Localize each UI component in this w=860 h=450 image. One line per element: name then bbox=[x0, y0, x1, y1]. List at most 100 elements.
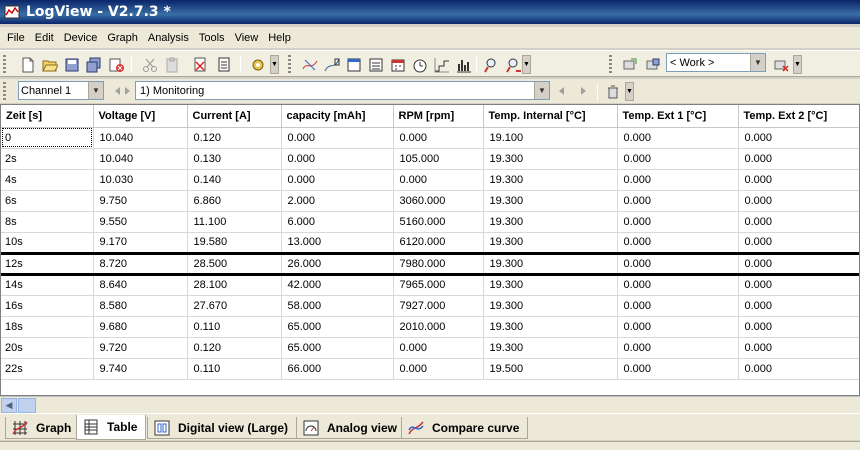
column-header[interactable]: Temp. Ext 1 [°C] bbox=[617, 105, 739, 128]
table-cell[interactable]: 65.000 bbox=[281, 337, 394, 359]
table-cell[interactable]: 14s bbox=[1, 274, 94, 296]
table-cell[interactable]: 0.000 bbox=[281, 127, 394, 149]
table-cell[interactable]: 19.300 bbox=[483, 169, 618, 191]
table-row[interactable]: 4s 10.030 0.140 0.000 0.000 19.300 0.000 0.000 bbox=[1, 169, 859, 191]
menu-view[interactable]: View bbox=[230, 30, 264, 46]
table-cell[interactable]: 0.000 bbox=[617, 251, 739, 276]
table-cell[interactable]: 28.500 bbox=[187, 251, 282, 276]
list-view-button[interactable] bbox=[366, 55, 386, 74]
save-button[interactable] bbox=[62, 55, 82, 74]
table-cell[interactable]: 9.740 bbox=[93, 358, 188, 380]
table-cell[interactable]: 0.000 bbox=[393, 127, 484, 149]
table-cell[interactable]: 0.120 bbox=[187, 127, 282, 149]
column-header[interactable]: Temp. Ext 2 [°C] bbox=[738, 105, 859, 128]
table-cell[interactable]: 7965.000 bbox=[393, 274, 484, 296]
table-cell[interactable]: 8s bbox=[1, 211, 94, 233]
step-curve-button[interactable] bbox=[432, 55, 452, 74]
table-row[interactable]: 22s 9.740 0.110 66.000 0.000 19.500 0.000 0.000 bbox=[1, 358, 859, 380]
table-cell[interactable]: 0.000 bbox=[738, 295, 859, 317]
table-cell[interactable]: 10.030 bbox=[93, 169, 188, 191]
table-cell[interactable]: 0.000 bbox=[738, 274, 859, 296]
table-row[interactable]: 12s 8.720 28.500 26.000 7980.000 19.300 0.000 0… bbox=[1, 251, 859, 276]
cut-button[interactable] bbox=[140, 55, 160, 74]
table-cell[interactable]: 0.000 bbox=[393, 337, 484, 359]
previous-mode-button[interactable] bbox=[554, 83, 570, 98]
delete-channel-button[interactable] bbox=[603, 82, 623, 101]
toolbar-grip[interactable] bbox=[3, 82, 6, 101]
table-cell[interactable]: 10.040 bbox=[93, 127, 188, 149]
table-cell[interactable]: 4s bbox=[1, 169, 94, 191]
table-cell[interactable]: 9.170 bbox=[93, 232, 188, 254]
next-channel-button[interactable] bbox=[119, 83, 135, 98]
table-cell[interactable]: 105.000 bbox=[393, 148, 484, 170]
table-cell[interactable]: 19.300 bbox=[483, 190, 618, 212]
table-cell[interactable]: 0.000 bbox=[617, 148, 739, 170]
table-cell[interactable]: 19.100 bbox=[483, 127, 618, 149]
table-row[interactable]: 16s 8.580 27.670 58.000 7927.000 19.300 0.000 0… bbox=[1, 295, 859, 317]
new-file-button[interactable] bbox=[18, 55, 38, 74]
table-cell[interactable]: 0.000 bbox=[617, 316, 739, 338]
table-cell[interactable]: 13.000 bbox=[281, 232, 394, 254]
table-cell[interactable]: 0.000 bbox=[738, 358, 859, 380]
table-row[interactable]: 20s 9.720 0.120 65.000 0.000 19.300 0.000 0.000 bbox=[1, 337, 859, 359]
delete-channel-dropdown[interactable]: ▼ bbox=[625, 82, 634, 101]
table-cell[interactable]: 0.000 bbox=[281, 169, 394, 191]
table-cell[interactable]: 11.100 bbox=[187, 211, 282, 233]
save-all-button[interactable] bbox=[84, 55, 104, 74]
table-cell[interactable]: 6120.000 bbox=[393, 232, 484, 254]
table-cell[interactable]: 0.120 bbox=[187, 337, 282, 359]
zoom-out-button[interactable] bbox=[504, 55, 524, 74]
table-cell[interactable]: 8.720 bbox=[93, 251, 188, 276]
table-cell[interactable]: 0.000 bbox=[617, 337, 739, 359]
table-cell[interactable]: 0.000 bbox=[738, 232, 859, 254]
column-header[interactable]: Temp. Internal [°C] bbox=[483, 105, 618, 128]
table-cell[interactable]: 7927.000 bbox=[393, 295, 484, 317]
table-cell[interactable]: 19.300 bbox=[483, 337, 618, 359]
table-cell[interactable]: 0.000 bbox=[738, 169, 859, 191]
table-cell[interactable]: 0.110 bbox=[187, 358, 282, 380]
table-cell[interactable]: 0.000 bbox=[738, 251, 859, 276]
device-settings-button[interactable] bbox=[248, 55, 268, 74]
table-row[interactable]: 18s 9.680 0.110 65.000 2010.000 19.300 0.000 0.… bbox=[1, 316, 859, 338]
column-header[interactable]: Voltage [V] bbox=[93, 105, 188, 128]
chevron-down-icon[interactable]: ▼ bbox=[88, 82, 103, 99]
zoom-curve-button[interactable] bbox=[300, 55, 320, 74]
table-cell[interactable]: 19.300 bbox=[483, 251, 618, 276]
calendar-button[interactable] bbox=[388, 55, 408, 74]
table-cell[interactable]: 12s bbox=[1, 251, 94, 276]
table-cell[interactable]: 0.000 bbox=[393, 358, 484, 380]
table-cell[interactable]: 8.640 bbox=[93, 274, 188, 296]
table-cell[interactable]: 6.860 bbox=[187, 190, 282, 212]
table-cell[interactable]: 42.000 bbox=[281, 274, 394, 296]
table-cell[interactable]: 6.000 bbox=[281, 211, 394, 233]
menu-analysis[interactable]: Analysis bbox=[143, 30, 194, 46]
table-cell[interactable]: 0.140 bbox=[187, 169, 282, 191]
menu-device[interactable]: Device bbox=[59, 30, 103, 46]
next-mode-button[interactable] bbox=[575, 83, 591, 98]
table-row[interactable]: 2s 10.040 0.130 0.000 105.000 19.300 0.000 0.00… bbox=[1, 148, 859, 170]
table-cell[interactable]: 0.000 bbox=[738, 148, 859, 170]
table-cell[interactable]: 0.000 bbox=[738, 337, 859, 359]
tab-graph[interactable]: Graph bbox=[5, 417, 81, 439]
column-header[interactable]: capacity [mAh] bbox=[281, 105, 394, 128]
menu-tools[interactable]: Tools bbox=[194, 30, 230, 46]
table-row[interactable]: 6s 9.750 6.860 2.000 3060.000 19.300 0.000 0.00… bbox=[1, 190, 859, 212]
table-cell[interactable]: 0 bbox=[1, 127, 94, 149]
table-cell[interactable]: 2.000 bbox=[281, 190, 394, 212]
toolbar-grip[interactable] bbox=[3, 55, 6, 74]
table-cell[interactable]: 16s bbox=[1, 295, 94, 317]
tab-table[interactable]: Table bbox=[76, 415, 147, 440]
work-delete-dropdown[interactable]: ▼ bbox=[793, 55, 802, 74]
menu-help[interactable]: Help bbox=[263, 30, 296, 46]
timer-button[interactable] bbox=[410, 55, 430, 74]
menu-file[interactable]: File bbox=[2, 30, 30, 46]
table-cell[interactable]: 0.000 bbox=[738, 316, 859, 338]
table-cell[interactable]: 3060.000 bbox=[393, 190, 484, 212]
mode-select[interactable]: 1) Monitoring ▼ bbox=[135, 81, 550, 100]
table-cell[interactable]: 9.680 bbox=[93, 316, 188, 338]
table-cell[interactable]: 0.000 bbox=[617, 127, 739, 149]
bar-graph-button[interactable] bbox=[454, 55, 474, 74]
table-cell[interactable]: 9.550 bbox=[93, 211, 188, 233]
table-cell[interactable]: 0.000 bbox=[617, 358, 739, 380]
channel-select[interactable]: Channel 1 ▼ bbox=[18, 81, 104, 100]
